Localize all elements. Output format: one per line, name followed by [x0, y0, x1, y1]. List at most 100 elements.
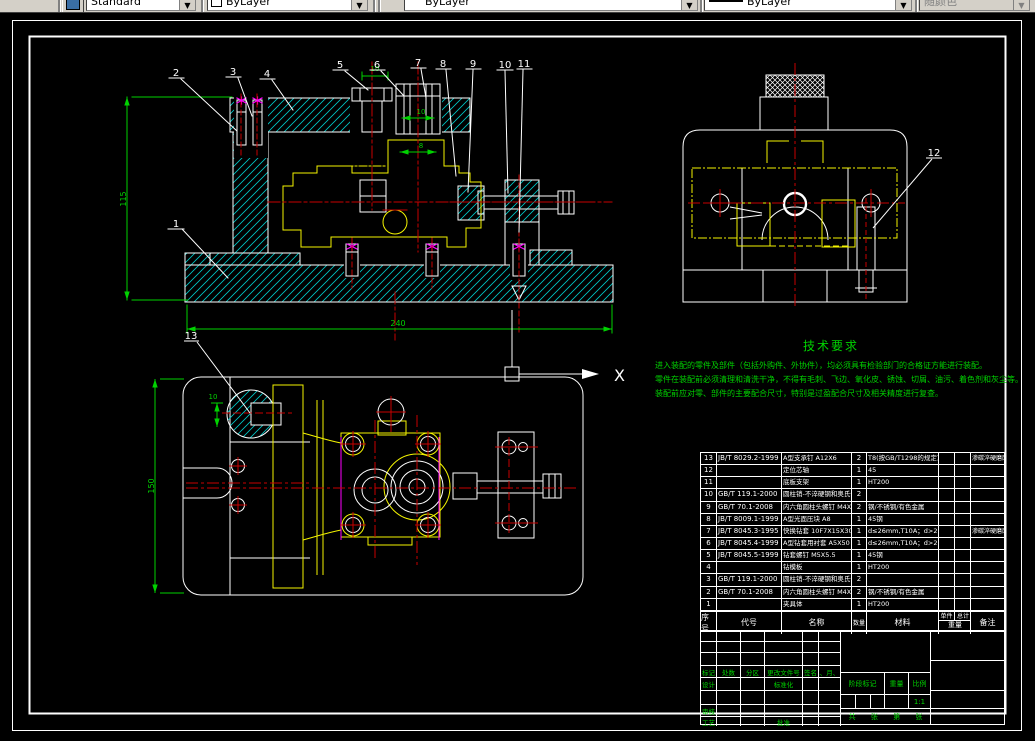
- bom-cell-w2: [955, 550, 971, 563]
- titleblock-cell: [741, 631, 765, 642]
- bom-cell-w2: [955, 477, 971, 490]
- titleblock-cell: [741, 717, 765, 726]
- bom-cell-w1: [939, 537, 955, 551]
- bom-cell-qty: 2: [852, 453, 867, 466]
- toolbar-separator: [373, 0, 376, 12]
- bom-cell-name: A型钻套用衬套 A5X50: [782, 537, 852, 551]
- bom-cell-qty: 2: [852, 574, 867, 587]
- bom-cell-w1: [939, 574, 955, 587]
- titleblock-cell: [741, 642, 765, 653]
- titleblock-cell: [741, 691, 765, 705]
- bom-cell-w2: [955, 537, 971, 551]
- bom-cell-code: GB/T 70.1-2008: [717, 501, 782, 514]
- titleblock-cell: [819, 653, 841, 666]
- bom-cell-code: JB/T 8029.2-1999: [717, 453, 782, 466]
- titleblock-cell: [819, 678, 841, 691]
- plan-view: 150 10 13 X: [147, 310, 625, 596]
- bom-cell-seq: 9: [701, 501, 717, 514]
- bom-cell-material: 45钢: [867, 550, 939, 563]
- color-swatch-icon: [211, 0, 222, 7]
- bom-cell-remark: [971, 502, 1004, 514]
- style-manager-button[interactable]: [62, 0, 84, 12]
- bom-cell-remark: [971, 562, 1004, 575]
- sheet-page-label: 第: [893, 712, 901, 721]
- bom-cell-remark: [971, 599, 1004, 611]
- titleblock-cell: [803, 631, 819, 642]
- titleblock-cell: [741, 678, 765, 691]
- toolbar-separator: [700, 0, 703, 12]
- balloon-8: 8: [440, 59, 446, 70]
- combo-dropdown-icon[interactable]: ▼: [681, 0, 697, 10]
- titleblock-cell: [765, 631, 803, 642]
- bom-cell-seq: 1: [701, 598, 717, 611]
- x-axis-symbol: X: [504, 310, 625, 385]
- titleblock-label: 设计: [701, 678, 717, 691]
- combo-dropdown-icon: ▼: [1013, 0, 1029, 10]
- bom-cell-material: HT200: [867, 598, 939, 611]
- combo-dropdown-icon[interactable]: ▼: [895, 0, 911, 10]
- linetype-combo[interactable]: ByLayer ▼: [404, 0, 698, 11]
- bom-table: 13 JB/T 8029.2-1999 A型支承钉 A12X6 2 T8(按GB/T12…: [700, 452, 1005, 634]
- bom-cell-remark: [971, 477, 1004, 490]
- bom-cell-seq: 11: [701, 477, 717, 490]
- bom-cell-name: 内六角圆柱头螺钉 M4X10: [782, 501, 852, 514]
- combo-dropdown-icon[interactable]: ▼: [179, 0, 195, 10]
- bom-cell-remark: [971, 587, 1004, 599]
- color-combo[interactable]: ByLayer ▼: [207, 0, 368, 11]
- bom-cell-code: [717, 465, 782, 478]
- bom-cell-qty: 1: [852, 537, 867, 551]
- titleblock-cell: [717, 691, 741, 705]
- bom-cell-material: T8(按GB/T1298的规定): [867, 453, 939, 466]
- combo-dropdown-icon[interactable]: ▼: [351, 0, 367, 10]
- titleblock-cell: [803, 642, 819, 653]
- bom-cell-material: 钢/不锈钢/有色金属: [867, 501, 939, 514]
- bom-cell-name: 圆柱销-不淬硬钢和奥氏体不锈钢 4X20: [782, 574, 852, 587]
- lineweight-swatch-icon: [709, 0, 743, 2]
- bom-cell-seq: 2: [701, 586, 717, 599]
- bom-cell-material: 45: [867, 465, 939, 478]
- titleblock-cell: [717, 653, 741, 666]
- titleblock-cell: [765, 642, 803, 653]
- balloon-5: 5: [337, 60, 343, 71]
- titleblock-label: 分区: [741, 666, 765, 678]
- bom-cell-name: A型光面压块 A8: [782, 513, 852, 526]
- titleblock-cell: [701, 653, 717, 666]
- titleblock-cell: [701, 631, 717, 642]
- bom-header-weight: 重量: [948, 620, 962, 629]
- bom-cell-qty: 2: [852, 501, 867, 514]
- titleblock-cell: [819, 705, 841, 717]
- bom-cell-code: GB/T 119.1-2000: [717, 489, 782, 502]
- bom-cell-material: [867, 574, 939, 587]
- bom-cell-w2: [955, 562, 971, 575]
- side-view: 12: [682, 63, 942, 308]
- bom-cell-qty: 1: [852, 465, 867, 478]
- dim-plan-height: 150: [147, 478, 156, 493]
- titleblock-stage-mark-label: 阶段标记: [841, 673, 885, 695]
- bom-cell-seq: 10: [701, 489, 717, 502]
- bom-cell-remark: [971, 550, 1004, 563]
- bom-header: 序号 代号 名称 数量 材料 单件 总计 重量 备注: [700, 611, 1005, 634]
- balloon-7: 7: [415, 58, 421, 69]
- bom-cell-remark: [971, 489, 1004, 502]
- text-style-combo[interactable]: Standard ▼: [86, 0, 196, 11]
- bom-cell-code: JB/T 8009.1-1999: [717, 513, 782, 526]
- bom-cell-name: 内六角圆柱头螺钉 M4X10: [782, 586, 852, 599]
- bom-cell-seq: 4: [701, 562, 717, 575]
- titleblock-cell: [717, 642, 741, 653]
- cad-viewport[interactable]: 115 240 10 10 8 1 2 3 4 5 6 7 8 9 10 11 …: [0, 12, 1035, 734]
- properties-toolbar: Standard ▼ ByLayer ▼ ByLayer ▼ ByLayer ▼…: [0, 0, 1035, 13]
- bom-cell-code: JB/T 8045.3-1995: [717, 525, 782, 538]
- titleblock-cell: [717, 717, 741, 726]
- bom-cell-qty: 1: [852, 477, 867, 490]
- balloon-10: 10: [499, 60, 512, 71]
- lineweight-combo[interactable]: ByLayer ▼: [704, 0, 912, 11]
- bom-cell-qty: 1: [852, 562, 867, 575]
- titleblock-empty-box: [841, 631, 931, 673]
- titleblock-weight-value: [885, 695, 909, 709]
- titleblock-label: 标准化: [765, 678, 803, 691]
- titleblock-label: 签名: [803, 666, 819, 678]
- dim-bore-lower: 8: [419, 142, 423, 150]
- bom-cell-code: GB/T 70.1-2008: [717, 586, 782, 599]
- titleblock-label: 处数: [717, 666, 741, 678]
- bom-cell-w1: [939, 513, 955, 526]
